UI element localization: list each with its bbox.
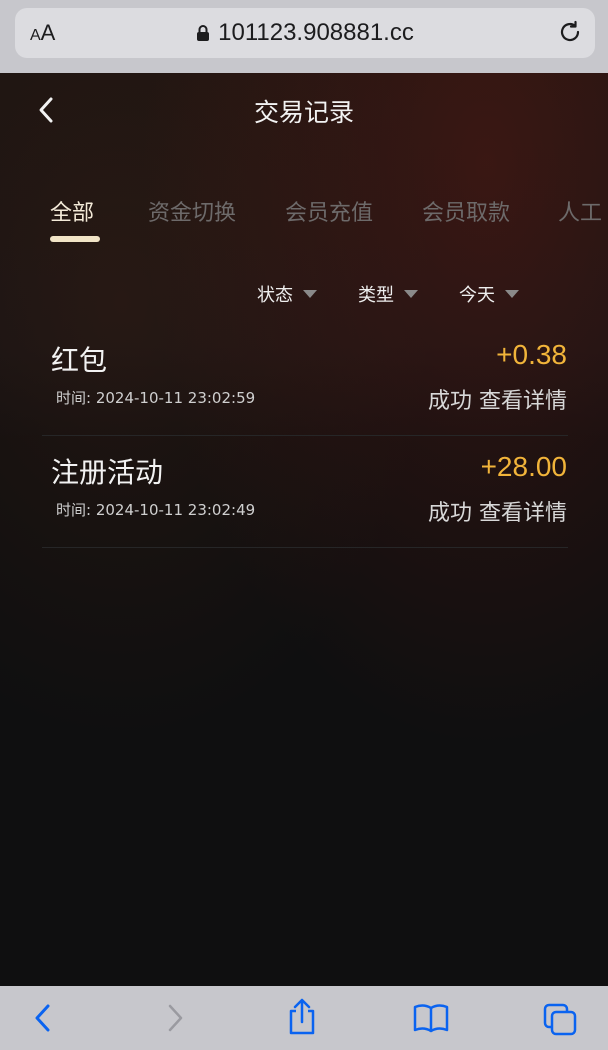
filter-bar: 状态 类型 今天 (0, 281, 608, 311)
url-text: 101123.908881.cc (218, 19, 414, 46)
transaction-records-page: 交易记录 全部 资金切换 会员充值 会员取款 人工 状态 类型 今天 红包 +0… (0, 73, 608, 986)
caret-down-icon (404, 290, 418, 298)
lock-icon (196, 21, 210, 49)
back-icon[interactable] (32, 1002, 54, 1038)
caret-down-icon (505, 290, 519, 298)
record-status: 成功 查看详情 (427, 501, 567, 526)
bookmarks-icon[interactable] (412, 1002, 450, 1038)
browser-toolbar (0, 986, 608, 1050)
filter-date[interactable]: 今天 (459, 281, 519, 307)
tab-all[interactable]: 全部 (50, 195, 94, 227)
record-amount: +28.00 (480, 451, 567, 482)
record-title: 注册活动 (51, 456, 164, 489)
list-item: 注册活动 +28.00 时间: 2024-10-11 23:02:49 成功 查… (42, 435, 568, 548)
tab-manual[interactable]: 人工 (558, 195, 602, 227)
tab-fund-transfer[interactable]: 资金切换 (148, 195, 236, 227)
url-display[interactable]: 101123.908881.cc (15, 19, 595, 49)
browser-address-bar-area: AA 101123.908881.cc (0, 0, 608, 73)
list-item: 红包 +0.38 时间: 2024-10-11 23:02:59 成功 查看详情 (42, 323, 568, 436)
filter-type[interactable]: 类型 (358, 281, 418, 307)
reload-icon[interactable] (557, 19, 583, 49)
tabs-icon[interactable] (542, 1002, 578, 1040)
filter-status[interactable]: 状态 (257, 281, 317, 307)
tab-member-withdraw[interactable]: 会员取款 (422, 195, 510, 227)
record-time: 时间: 2024-10-11 23:02:49 (56, 501, 256, 519)
tab-bar: 全部 资金切换 会员充值 会员取款 人工 (0, 191, 608, 251)
tab-member-deposit[interactable]: 会员充值 (285, 195, 373, 227)
forward-icon[interactable] (164, 1002, 186, 1038)
share-icon[interactable] (286, 998, 318, 1040)
active-tab-indicator (50, 236, 100, 242)
caret-down-icon (303, 290, 317, 298)
view-details-link[interactable]: 查看详情 (479, 501, 567, 526)
record-amount: +0.38 (496, 339, 567, 370)
address-bar[interactable]: AA 101123.908881.cc (15, 8, 595, 58)
record-time: 时间: 2024-10-11 23:02:59 (56, 389, 256, 407)
view-details-link[interactable]: 查看详情 (479, 389, 567, 414)
record-status: 成功 查看详情 (427, 389, 567, 414)
page-title: 交易记录 (253, 98, 354, 127)
record-title: 红包 (51, 344, 108, 377)
